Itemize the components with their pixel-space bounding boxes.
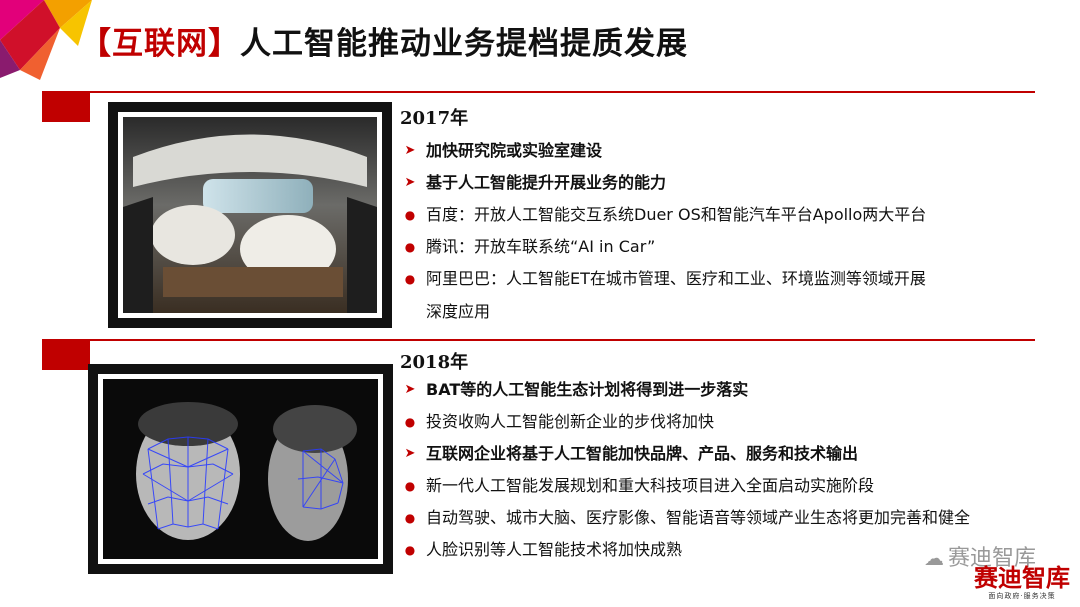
list-item: ➤ 基于人工智能提升开展业务的能力 <box>400 173 1050 193</box>
face-recognition-photo <box>88 364 393 574</box>
bullet-dot-icon: ● <box>404 240 416 254</box>
bullet-dot-icon: ● <box>404 272 416 286</box>
list-item: ➤ 互联网企业将基于人工智能加快品牌、产品、服务和技术输出 <box>400 444 1050 464</box>
wechat-icon: ☁ <box>923 546 944 570</box>
logo-name: 赛迪智库 <box>974 564 1070 592</box>
list-item-continuation: 深度应用 <box>426 302 491 321</box>
title-tag: 【互联网】 <box>80 26 240 62</box>
bullet-dot-icon: ● <box>404 415 416 429</box>
right-arrow-icon: ➤ <box>404 446 416 461</box>
section-1-rule <box>42 91 1035 93</box>
bullet-dot-icon: ● <box>404 479 416 493</box>
list-item: ● 百度：开放人工智能交互系统Duer OS和智能汽车平台Apollo两大平台 <box>400 205 1050 225</box>
list-item: ● 投资收购人工智能创新企业的步伐将加快 <box>400 412 1050 432</box>
list-item: ➤ 加快研究院或实验室建设 <box>400 141 1050 161</box>
section-2-year: 2018年 <box>400 352 469 373</box>
right-arrow-icon: ➤ <box>404 175 416 190</box>
section-2-red-block <box>42 340 90 370</box>
list-item: ● 新一代人工智能发展规划和重大科技项目进入全面启动实施阶段 <box>400 476 1050 496</box>
section-1-list: ➤ 加快研究院或实验室建设 ➤ 基于人工智能提升开展业务的能力 ● 百度：开放人工智能… <box>400 141 1050 334</box>
corner-decoration <box>0 0 92 80</box>
logo-slogan: 面向政府·服务决策 <box>988 592 1056 600</box>
right-arrow-icon: ➤ <box>404 382 416 397</box>
right-arrow-icon: ➤ <box>404 143 416 158</box>
section-2-rule <box>42 339 1035 341</box>
car-interior-photo <box>108 102 392 328</box>
face-mesh-image <box>103 379 378 559</box>
car-interior-image <box>123 117 377 313</box>
list-item: ● 阿里巴巴：人工智能ET在城市管理、医疗和工业、环境监测等领域开展 深度应用 <box>400 269 1050 322</box>
title-text: 人工智能推动业务提档提质发展 <box>240 26 688 62</box>
section-1-red-block <box>42 92 90 122</box>
bullet-dot-icon: ● <box>404 208 416 222</box>
list-item: ● 自动驾驶、城市大脑、医疗影像、智能语音等领域产业生态将更加完善和健全 <box>400 508 1050 528</box>
brand-logo: 赛迪智库 面向政府·服务决策 <box>974 565 1070 601</box>
page-title: 【互联网】人工智能推动业务提档提质发展 <box>80 18 688 63</box>
list-item: ● 腾讯：开放车联系统“AI in Car” <box>400 237 1050 257</box>
list-item: ➤ BAT等的人工智能生态计划将得到进一步落实 <box>400 380 1050 400</box>
section-1-year: 2017年 <box>400 108 469 129</box>
bullet-dot-icon: ● <box>404 511 416 525</box>
bullet-dot-icon: ● <box>404 543 416 557</box>
